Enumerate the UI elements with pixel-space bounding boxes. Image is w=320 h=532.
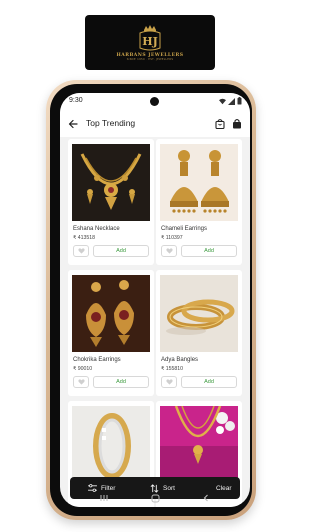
phone-frame: 9:30 Top Trending Eshana Necklace ₹ 4135… — [46, 80, 256, 520]
heart-icon — [165, 248, 173, 254]
heart-icon — [77, 379, 85, 385]
battery-icon — [237, 97, 242, 105]
shopping-bag-icon — [215, 118, 225, 129]
product-image[interactable] — [72, 144, 150, 221]
product-price: ₹ 413518 — [73, 235, 96, 241]
back-arrow-icon — [68, 119, 78, 129]
status-time: 9:30 — [69, 97, 83, 104]
add-to-cart-button[interactable]: Add — [93, 245, 149, 257]
wishlist-button[interactable] — [161, 245, 177, 257]
product-name: Chameli Earrings — [161, 226, 208, 232]
wifi-icon — [219, 98, 226, 104]
camera-hole — [150, 97, 159, 106]
wishlist-button[interactable] — [73, 245, 89, 257]
gold-necklace-image — [72, 144, 150, 221]
status-icons — [219, 97, 242, 105]
product-price: ₹ 110397 — [161, 235, 183, 241]
heart-icon — [165, 379, 173, 385]
page-title: Top Trending — [86, 118, 136, 128]
gold-drop-earrings-image — [72, 275, 150, 352]
product-card[interactable]: Eshana Necklace ₹ 413518 Add — [68, 139, 154, 265]
recent-apps-button[interactable] — [98, 492, 110, 504]
product-image[interactable] — [72, 275, 150, 352]
page: HJ HARBANS JEWELLERS SINCE 1950 · EST. J… — [0, 0, 300, 532]
product-image[interactable] — [160, 144, 238, 221]
home-icon — [151, 494, 159, 502]
product-image[interactable] — [160, 406, 238, 483]
product-card[interactable]: Chameli Earrings ₹ 110397 Add — [156, 139, 242, 265]
product-grid: Eshana Necklace ₹ 413518 Add Chameli Ear… — [60, 137, 250, 507]
crown-monogram-icon: HJ — [139, 25, 161, 51]
chevron-left-icon — [203, 494, 208, 502]
two-tone-ring-image — [72, 406, 150, 483]
status-bar: 9:30 — [60, 93, 250, 111]
product-price: ₹ 155810 — [161, 366, 184, 372]
app-screen: 9:30 Top Trending Eshana Necklace ₹ 4135… — [60, 93, 250, 507]
back-button[interactable] — [66, 117, 80, 131]
recent-apps-icon — [100, 495, 108, 501]
system-nav-bar — [64, 487, 246, 509]
add-to-cart-button[interactable]: Add — [181, 245, 237, 257]
add-to-cart-button[interactable]: Add — [181, 376, 237, 388]
brand-logo: HJ HARBANS JEWELLERS SINCE 1950 · EST. J… — [85, 15, 215, 70]
brand-tagline: SINCE 1950 · EST. JEWELLERS — [126, 58, 174, 61]
product-price: ₹ 90010 — [73, 366, 93, 372]
gold-jhumka-image — [160, 144, 238, 221]
system-back-button[interactable] — [200, 492, 212, 504]
heart-icon — [77, 248, 85, 254]
lock-bag-icon — [233, 118, 241, 128]
product-image[interactable] — [160, 275, 238, 352]
product-name: Adya Bangles — [161, 357, 199, 363]
product-image[interactable] — [72, 406, 150, 483]
long-necklace-image — [160, 406, 238, 483]
home-button[interactable] — [149, 492, 161, 504]
product-card[interactable]: Adya Bangles ₹ 155810 Add — [156, 270, 242, 396]
gold-bangles-image — [160, 275, 238, 352]
phone-bezel: 9:30 Top Trending Eshana Necklace ₹ 4135… — [50, 84, 252, 516]
wishlist-button[interactable] — [161, 376, 177, 388]
product-card[interactable]: Chokrika Earrings ₹ 90010 Add — [68, 270, 154, 396]
signal-icon — [228, 97, 235, 105]
product-name: Eshana Necklace — [73, 226, 120, 232]
cart-button[interactable] — [230, 116, 244, 130]
wishlist-button[interactable] — [73, 376, 89, 388]
app-bar: Top Trending — [60, 111, 250, 137]
svg-text:HJ: HJ — [142, 35, 158, 48]
product-name: Chokrika Earrings — [73, 357, 121, 363]
add-to-cart-button[interactable]: Add — [93, 376, 149, 388]
shopping-bag-button[interactable] — [213, 116, 227, 130]
